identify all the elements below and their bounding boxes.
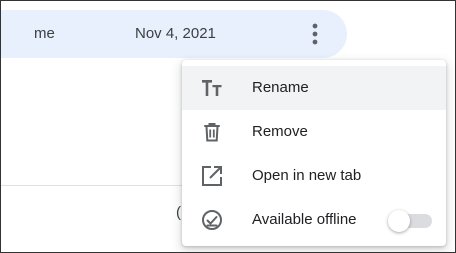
open-in-new-icon xyxy=(200,164,224,188)
owner-cell: me xyxy=(34,25,55,42)
row-divider xyxy=(1,185,201,186)
menu-item-available-offline[interactable]: Available offline xyxy=(182,198,446,242)
menu-item-label: Open in new tab xyxy=(252,167,362,184)
last-modified-cell: Nov 4, 2021 xyxy=(135,25,216,42)
selected-file-row[interactable]: me Nov 4, 2021 xyxy=(1,10,347,58)
context-menu: Rename Remove Open in new tab Available … xyxy=(182,60,446,246)
menu-item-rename[interactable]: Rename xyxy=(182,66,446,110)
more-actions-button[interactable] xyxy=(303,18,327,50)
toggle-thumb xyxy=(388,210,410,232)
offline-check-icon xyxy=(200,208,224,232)
menu-item-label: Available offline xyxy=(252,211,357,228)
offline-toggle[interactable] xyxy=(388,210,434,232)
menu-item-open-in-new-tab[interactable]: Open in new tab xyxy=(182,154,446,198)
more-vert-icon xyxy=(312,23,318,45)
drive-file-list: me Nov 4, 2021 ( Rename Remove Open in n… xyxy=(0,0,456,253)
text-format-icon xyxy=(200,76,224,100)
obscured-cell-text: ( xyxy=(176,204,181,221)
trash-icon xyxy=(200,120,224,144)
menu-item-label: Rename xyxy=(252,79,309,96)
menu-item-remove[interactable]: Remove xyxy=(182,110,446,154)
menu-item-label: Remove xyxy=(252,123,308,140)
